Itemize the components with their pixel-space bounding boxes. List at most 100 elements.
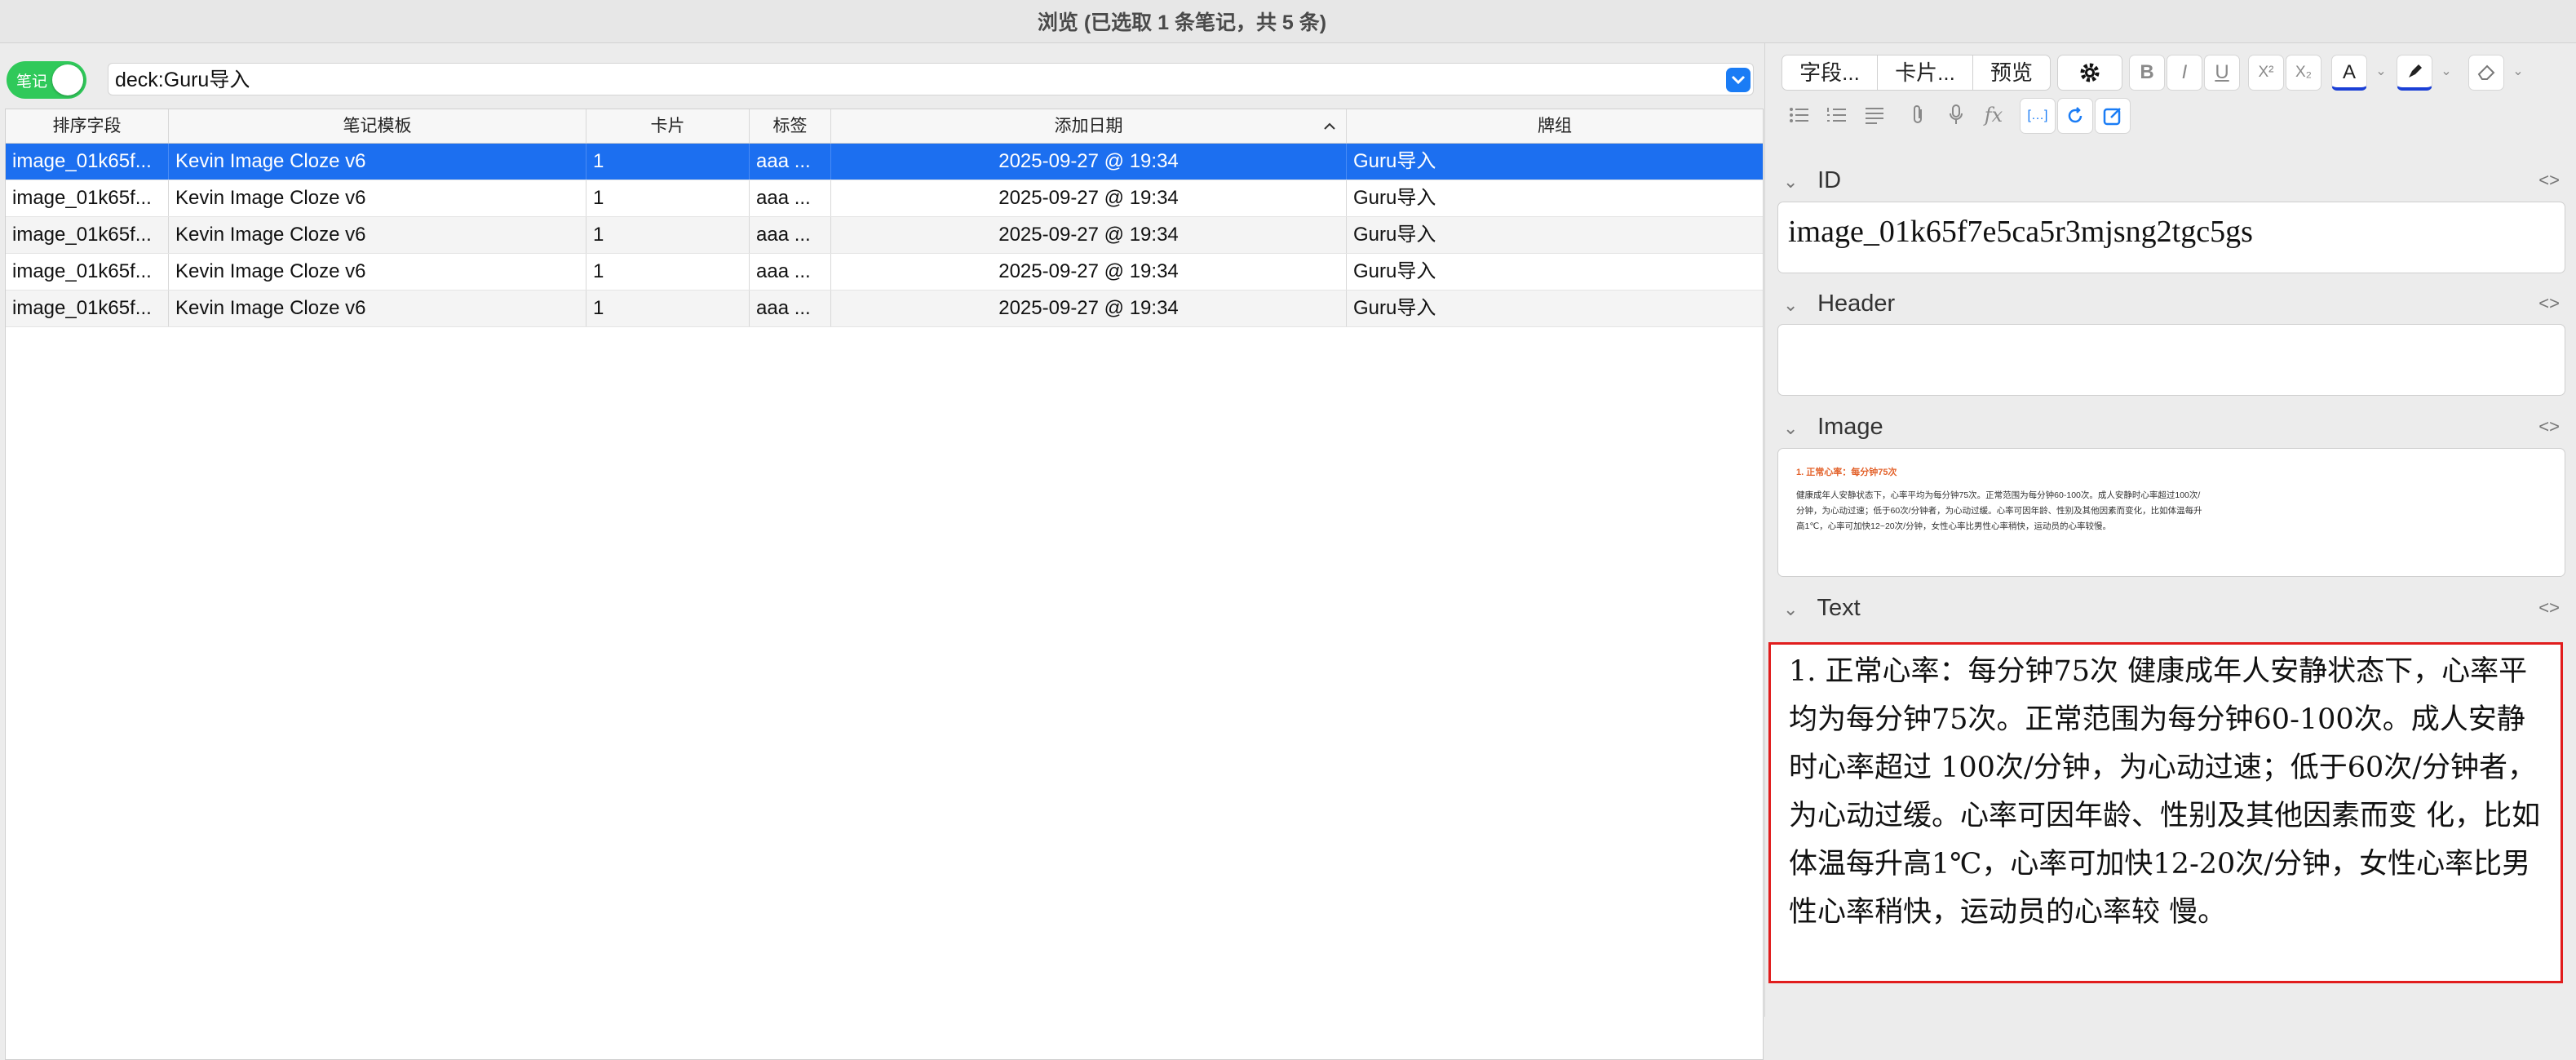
cell-date-added: 2025-09-27 @ 19:34 <box>831 254 1347 290</box>
html-editor-toggle-icon[interactable]: <> <box>2538 410 2560 443</box>
cell-tags: aaa ... <box>750 144 831 180</box>
cards-button[interactable]: 卡片... <box>1877 55 1973 91</box>
cell-cards: 1 <box>586 217 750 253</box>
cell-date-added: 2025-09-27 @ 19:34 <box>831 180 1347 216</box>
clear-format-dropdown[interactable]: ⌄ <box>2506 55 2530 91</box>
notes-cards-toggle[interactable]: 笔记 <box>7 61 86 99</box>
function-icon: fx <box>1984 104 2003 126</box>
field-header-id[interactable]: ⌄ ID <> <box>1783 164 2566 197</box>
header-field-input[interactable] <box>1777 324 2565 396</box>
record-audio-button[interactable] <box>1938 98 1974 134</box>
image-preview-body: 健康成年人安静状态下，心率平均为每分钟75次。正常范围为每分钟60-100次。成… <box>1796 490 2202 531</box>
image-preview: 1. 正常心率：每分钟75次 健康成年人安静状态下，心率平均为每分钟75次。正常… <box>1796 457 2555 534</box>
id-field-value: image_01k65f7e5ca5r3mjsng2tgc5gs <box>1788 215 2253 249</box>
column-header-deck[interactable]: 牌组 <box>1347 109 1763 143</box>
text-color-icon: A <box>2342 61 2356 83</box>
cell-sort-field: image_01k65f... <box>6 144 169 180</box>
bullet-list-icon <box>1790 108 1808 122</box>
search-history-dropdown-button[interactable] <box>1726 68 1751 92</box>
text-field-input[interactable]: 1. 正常心率：每分钟75次 健康成年人安静状态下，心率平均为每分钟75次。正常… <box>1768 642 2563 983</box>
cell-cards: 1 <box>586 180 750 216</box>
chevron-down-icon: ⌄ <box>2375 64 2387 78</box>
cards-table: 排序字段 笔记模板 卡片 标签 添加日期 牌组 image_01k65f... … <box>5 109 1764 1060</box>
image-field-input[interactable]: 1. 正常心率：每分钟75次 健康成年人安静状态下，心率平均为每分钟75次。正常… <box>1777 448 2565 577</box>
attach-file-button[interactable] <box>1901 98 1936 134</box>
cell-tags: aaa ... <box>750 217 831 253</box>
numbered-list-icon <box>1827 108 1846 122</box>
cell-deck: Guru导入 <box>1353 260 1436 282</box>
collapse-chevron-icon[interactable]: ⌄ <box>1783 166 1811 198</box>
id-field-input[interactable]: image_01k65f7e5ca5r3mjsng2tgc5gs <box>1777 202 2565 273</box>
clear-format-button[interactable] <box>2468 55 2504 91</box>
subscript-icon: X₂ <box>2295 64 2313 81</box>
table-row[interactable]: image_01k65f... Kevin Image Cloze v6 1 a… <box>6 144 1763 180</box>
underline-button[interactable]: U <box>2204 55 2240 91</box>
column-header-tags[interactable]: 标签 <box>750 109 831 143</box>
browser-list-pane: 笔记 deck:Guru导入 排序字段 笔记模板 卡片 标签 添加日期 牌组 i… <box>0 43 1764 1060</box>
column-header-note-type[interactable]: 笔记模板 <box>169 109 586 143</box>
superscript-button[interactable]: X² <box>2248 55 2284 91</box>
cell-note-type: Kevin Image Cloze v6 <box>169 217 586 253</box>
cell-sort-field: image_01k65f... <box>6 180 169 216</box>
collapse-chevron-icon[interactable]: ⌄ <box>1783 289 1811 322</box>
column-header-cards[interactable]: 卡片 <box>586 109 750 143</box>
cloze-icon: […] <box>2027 109 2048 122</box>
html-editor-toggle-icon[interactable]: <> <box>2538 164 2560 197</box>
cell-date-added: 2025-09-27 @ 19:34 <box>831 291 1347 326</box>
bold-button[interactable]: B <box>2129 55 2165 91</box>
settings-button[interactable] <box>2057 55 2122 91</box>
cell-tags: aaa ... <box>750 254 831 290</box>
microphone-icon <box>1950 104 1963 124</box>
fields-button[interactable]: 字段... <box>1782 55 1878 91</box>
cell-deck: Guru导入 <box>1353 297 1436 319</box>
subscript-button[interactable]: X₂ <box>2286 55 2321 91</box>
collapse-chevron-icon[interactable]: ⌄ <box>1783 412 1811 445</box>
cloze-button[interactable]: […] <box>2020 98 2056 134</box>
numbered-list-button[interactable] <box>1819 98 1855 134</box>
superscript-icon: X² <box>2258 64 2274 81</box>
rerun-button[interactable] <box>2057 98 2093 134</box>
alignment-button[interactable] <box>1857 98 1892 134</box>
field-header-image[interactable]: ⌄ Image <> <box>1783 410 2566 443</box>
html-editor-toggle-icon[interactable]: <> <box>2538 592 2560 624</box>
highlight-button[interactable] <box>2397 55 2432 91</box>
edit-icon <box>2103 108 2121 126</box>
table-row[interactable]: image_01k65f... Kevin Image Cloze v6 1 a… <box>6 180 1763 217</box>
cell-note-type: Kevin Image Cloze v6 <box>169 180 586 216</box>
table-row[interactable]: image_01k65f... Kevin Image Cloze v6 1 a… <box>6 254 1763 291</box>
chevron-down-icon <box>1731 75 1746 85</box>
collapse-chevron-icon[interactable]: ⌄ <box>1783 593 1811 626</box>
chevron-down-icon: ⌄ <box>2441 64 2452 78</box>
field-header-header[interactable]: ⌄ Header <> <box>1783 287 2566 320</box>
search-input[interactable]: deck:Guru导入 <box>108 63 1754 95</box>
cell-note-type: Kevin Image Cloze v6 <box>169 291 586 326</box>
bullet-list-button[interactable] <box>1782 98 1817 134</box>
cell-cards: 1 <box>586 254 750 290</box>
cell-cards: 1 <box>586 144 750 180</box>
cell-tags: aaa ... <box>750 180 831 216</box>
mathjax-button[interactable]: fx <box>1976 98 2012 134</box>
text-color-dropdown[interactable]: ⌄ <box>2369 55 2393 91</box>
field-label-header: Header <box>1817 291 1896 317</box>
italic-icon: I <box>2181 61 2188 83</box>
text-field-value: 1. 正常心率：每分钟75次 健康成年人安静状态下，心率平均为每分钟75次。正常… <box>1789 655 2541 929</box>
column-header-date-added[interactable]: 添加日期 <box>831 109 1347 143</box>
preview-button[interactable]: 预览 <box>1972 55 2051 91</box>
edit-image-occlusion-button[interactable] <box>2095 98 2131 134</box>
table-header: 排序字段 笔记模板 卡片 标签 添加日期 牌组 <box>6 109 1763 144</box>
column-header-sort-field[interactable]: 排序字段 <box>6 109 169 143</box>
cell-deck: Guru导入 <box>1353 187 1436 209</box>
table-row[interactable]: image_01k65f... Kevin Image Cloze v6 1 a… <box>6 217 1763 254</box>
italic-button[interactable]: I <box>2167 55 2202 91</box>
cell-note-type: Kevin Image Cloze v6 <box>169 144 586 180</box>
html-editor-toggle-icon[interactable]: <> <box>2538 287 2560 320</box>
field-header-text[interactable]: ⌄ Text <> <box>1783 592 2566 624</box>
cell-tags: aaa ... <box>750 291 831 326</box>
cell-sort-field: image_01k65f... <box>6 217 169 253</box>
sort-ascending-icon <box>1323 109 1336 143</box>
cell-sort-field: image_01k65f... <box>6 254 169 290</box>
attachment-icon <box>1914 105 1922 123</box>
highlight-dropdown[interactable]: ⌄ <box>2434 55 2459 91</box>
text-color-button[interactable]: A <box>2331 55 2367 91</box>
table-row[interactable]: image_01k65f... Kevin Image Cloze v6 1 a… <box>6 291 1763 327</box>
